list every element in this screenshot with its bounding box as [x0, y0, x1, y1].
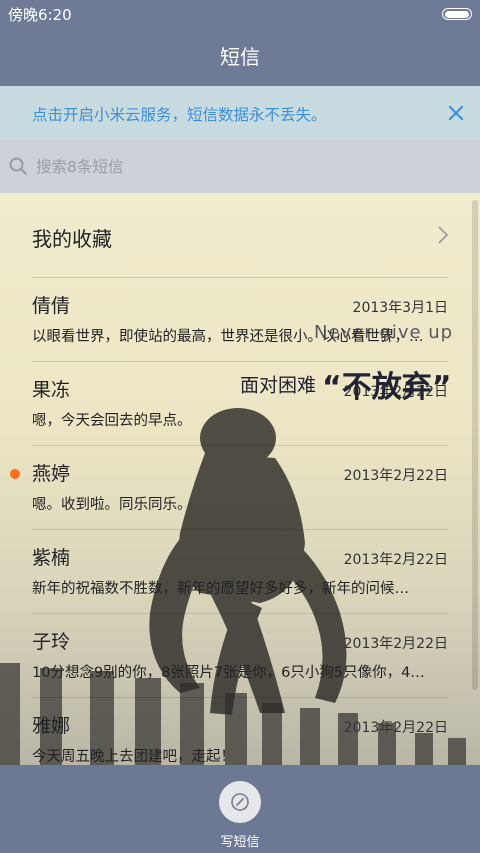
search-icon — [9, 157, 27, 175]
wallpaper-slogan: 面对困难 “不放弃” — [240, 362, 451, 406]
cloud-banner-text[interactable]: 点击开启小米云服务，短信数据永不丢失。 — [32, 103, 327, 125]
status-time: 傍晚6:20 — [8, 6, 72, 24]
unread-dot — [10, 469, 20, 479]
message-date: 2013年2月22日 — [343, 468, 448, 484]
page-title: 短信 — [220, 45, 260, 69]
message-date: 2013年2月22日 — [343, 552, 448, 568]
compose-button[interactable] — [219, 781, 261, 823]
message-preview: 嗯，今天会回去的早点。 — [32, 413, 192, 429]
bottom-bar: 写短信 — [0, 765, 480, 853]
message-date: 2013年2月22日 — [343, 636, 448, 652]
battery-icon — [442, 8, 472, 20]
message-preview: 10分想念9别的你，8张照片7张是你，6只小狗5只像你，4… — [32, 665, 425, 681]
close-icon[interactable] — [446, 103, 466, 123]
search-bar[interactable] — [0, 140, 480, 193]
message-preview: 新年的祝福数不胜数，新年的愿望好多好多，新年的问候… — [32, 581, 409, 597]
favorites-label: 我的收藏 — [32, 227, 112, 251]
list-item[interactable]: 燕婷 2013年2月22日 嗯。收到啦。同乐同乐。 — [10, 445, 448, 530]
favorites-row[interactable]: 我的收藏 — [32, 193, 448, 278]
contact-name: 紫楠 — [32, 547, 71, 569]
list-item[interactable]: 雅娜 2013年2月22日 今天周五晚上去团建吧，走起！ — [32, 697, 448, 765]
message-preview: 今天周五晚上去团建吧，走起！ — [32, 749, 235, 765]
message-date: 2013年3月1日 — [352, 300, 448, 316]
compose-label[interactable]: 写短信 — [0, 831, 480, 850]
contact-name: 子玲 — [32, 631, 71, 653]
scrollbar[interactable] — [472, 200, 478, 690]
compose-icon — [231, 793, 249, 811]
message-list[interactable]: 我的收藏 倩倩 2013年3月1日 以眼看世界，即使站的最高，世界还是很小。以心… — [0, 193, 480, 765]
wallpaper-slogan-big: “不放弃” — [322, 370, 452, 405]
list-item[interactable]: 子玲 2013年2月22日 10分想念9别的你，8张照片7张是你，6只小狗5只像… — [32, 613, 448, 698]
contact-name: 倩倩 — [32, 295, 71, 317]
wallpaper-slogan-english: Never give up — [314, 322, 454, 343]
list-item[interactable]: 倩倩 2013年3月1日 以眼看世界，即使站的最高，世界还是很小。以心看世界，… — [32, 277, 448, 362]
chevron-right-icon — [438, 226, 448, 244]
contact-name: 雅娜 — [32, 715, 71, 737]
search-input[interactable] — [36, 154, 456, 180]
wallpaper-slogan-prefix: 面对困难 — [240, 374, 317, 397]
status-bar: 傍晚6:20 — [0, 0, 480, 28]
message-preview: 嗯。收到啦。同乐同乐。 — [32, 497, 192, 513]
cloud-service-banner[interactable]: 点击开启小米云服务，短信数据永不丢失。 — [0, 86, 480, 140]
contact-name: 燕婷 — [32, 463, 71, 485]
title-bar: 短信 — [0, 28, 480, 86]
list-item[interactable]: 紫楠 2013年2月22日 新年的祝福数不胜数，新年的愿望好多好多，新年的问候… — [32, 529, 448, 614]
contact-name: 果冻 — [32, 379, 71, 401]
message-date: 2013年2月22日 — [343, 720, 448, 736]
